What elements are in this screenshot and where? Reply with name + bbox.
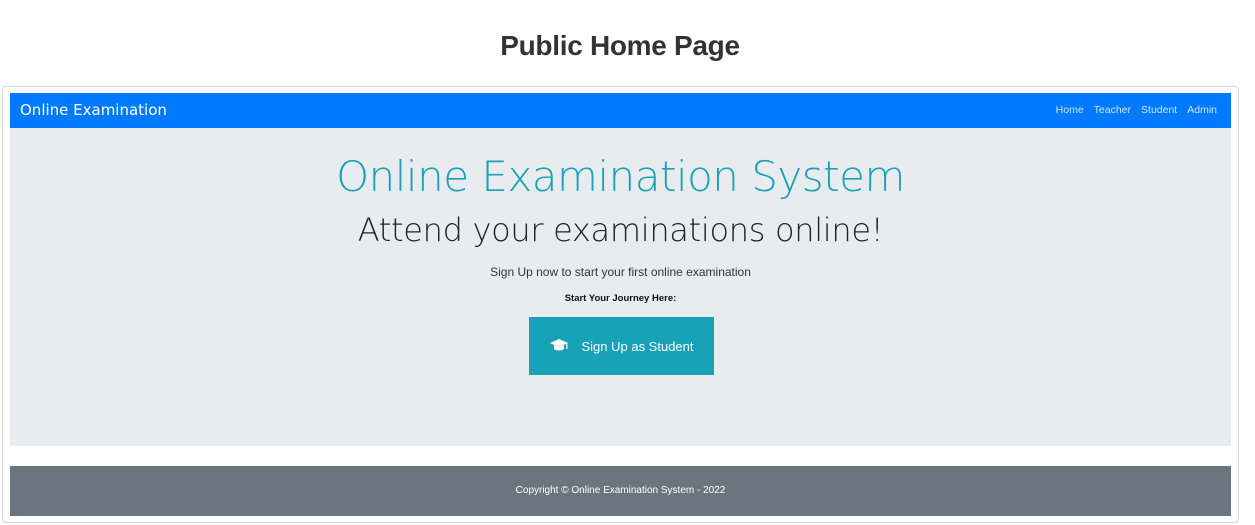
nav-link-admin[interactable]: Admin [1187,104,1217,116]
screenshot-frame: Online Examination Home Teacher Student … [2,86,1239,523]
navbar: Online Examination Home Teacher Student … [10,93,1231,128]
nav-link-home[interactable]: Home [1056,104,1084,116]
footer: Copyright © Online Examination System - … [10,466,1231,516]
hero-lead-text: Sign Up now to start your first online e… [490,265,751,279]
graduation-cap-icon [549,338,569,354]
navbar-brand[interactable]: Online Examination [20,101,167,119]
hero-subtitle: Attend your examinations online! [357,211,884,249]
hero-title: Online Examination System [336,152,905,201]
signup-button-label: Sign Up as Student [581,338,694,354]
nav-link-student[interactable]: Student [1141,104,1177,116]
cta-label: Start Your Journey Here: [564,293,677,304]
signup-student-button[interactable]: Sign Up as Student [529,317,714,375]
hero-jumbotron: Online Examination System Attend your ex… [10,128,1231,446]
page-heading: Public Home Page [500,30,740,61]
nav-links: Home Teacher Student Admin [1056,104,1217,116]
nav-link-teacher[interactable]: Teacher [1094,104,1131,116]
footer-copyright: Copyright © Online Examination System - … [515,485,726,496]
